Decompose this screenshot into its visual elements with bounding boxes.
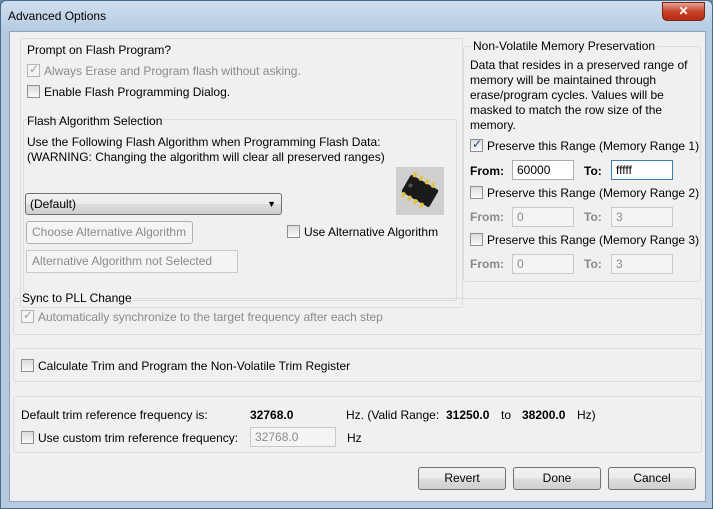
chip-icon — [396, 167, 444, 215]
enable-dialog-checkbox[interactable] — [27, 85, 40, 98]
checkmark-icon: ✓ — [29, 62, 40, 76]
range-3-to-label: To: — [584, 257, 602, 271]
auto-sync-checkbox[interactable]: ✓ — [21, 308, 34, 323]
auto-sync-label: Automatically synchronize to the target … — [38, 310, 383, 324]
prompt-heading: Prompt on Flash Program? — [27, 43, 172, 57]
enable-dialog-label: Enable Flash Programming Dialog. — [44, 85, 231, 99]
range-2-to-input[interactable]: 3 — [611, 207, 673, 227]
preserve-range-3-checkbox[interactable] — [470, 233, 483, 246]
range-2-to-label: To: — [584, 210, 602, 224]
choose-algorithm-button[interactable]: Choose Alternative Algorithm — [26, 221, 193, 244]
range-1-from-input[interactable]: 60000 — [512, 160, 574, 180]
algorithm-status-text: Alternative Algorithm not Selected — [32, 254, 213, 268]
algorithm-heading: Flash Algorithm Selection — [27, 114, 163, 128]
algorithm-status-box: Alternative Algorithm not Selected — [26, 250, 238, 273]
range-1-to-label: To: — [584, 164, 602, 178]
calc-trim-label: Calculate Trim and Program the Non-Volat… — [38, 359, 351, 373]
range-2-from-label: From: — [470, 210, 504, 224]
range-1-to-input[interactable]: fffff — [611, 160, 673, 180]
choose-algorithm-label: Choose Alternative Algorithm — [32, 225, 187, 239]
hz-valid-range-label: Hz. (Valid Range: — [346, 408, 440, 422]
calc-trim-checkbox[interactable] — [21, 359, 34, 372]
cancel-button[interactable]: Cancel — [608, 467, 696, 490]
use-alt-algorithm-label: Use Alternative Algorithm — [304, 225, 439, 239]
default-trim-value: 32768.0 — [250, 408, 294, 422]
default-trim-label: Default trim reference frequency is: — [21, 408, 208, 422]
dialog-body: Prompt on Flash Program? ✓ Always Erase … — [9, 31, 706, 502]
preserve-range-2-checkbox[interactable] — [470, 186, 483, 199]
custom-trim-unit: Hz — [347, 431, 362, 445]
checkmark-icon: ✓ — [23, 308, 34, 322]
custom-trim-checkbox[interactable] — [21, 431, 34, 444]
always-erase-label: Always Erase and Program flash without a… — [44, 64, 301, 78]
preserve-range-1-label: Preserve this Range (Memory Range 1) — [487, 139, 700, 153]
range-hz-close: Hz) — [577, 408, 596, 422]
window-title: Advanced Options — [8, 9, 107, 23]
preserve-range-1-checkbox[interactable]: ✓ — [470, 137, 483, 152]
title-bar[interactable]: Advanced Options ✕ — [1, 1, 712, 31]
checkmark-icon: ✓ — [472, 137, 483, 151]
use-alt-algorithm-checkbox[interactable] — [287, 225, 300, 238]
algorithm-warning: (WARNING: Changing the algorithm will cl… — [27, 150, 385, 164]
preserve-range-3-label: Preserve this Range (Memory Range 3) — [487, 233, 700, 247]
custom-trim-input[interactable]: 32768.0 — [250, 427, 336, 447]
range-2-from-input[interactable]: 0 — [512, 207, 574, 227]
range-min-value: 31250.0 — [446, 408, 490, 422]
range-3-from-input[interactable]: 0 — [512, 254, 574, 274]
range-max-value: 38200.0 — [522, 408, 566, 422]
done-button[interactable]: Done — [513, 467, 601, 490]
algorithm-select-value: (Default) — [30, 197, 77, 211]
revert-button[interactable]: Revert — [418, 467, 506, 490]
range-3-from-label: From: — [470, 257, 504, 271]
custom-trim-label: Use custom trim reference frequency: — [38, 431, 239, 445]
chevron-down-icon: ▼ — [267, 199, 276, 209]
close-icon: ✕ — [678, 4, 689, 18]
nvm-heading: Non-Volatile Memory Preservation — [471, 39, 658, 53]
close-button[interactable]: ✕ — [662, 2, 705, 21]
algorithm-select[interactable]: (Default) ▼ — [25, 193, 282, 215]
range-1-from-label: From: — [470, 164, 504, 178]
range-to-word: to — [501, 408, 512, 422]
range-3-to-input[interactable]: 3 — [611, 254, 673, 274]
always-erase-checkbox[interactable]: ✓ — [27, 62, 40, 77]
advanced-options-window: Advanced Options ✕ Prompt on Flash Progr… — [0, 0, 713, 509]
pll-heading: Sync to PLL Change — [21, 291, 133, 305]
algorithm-description: Use the Following Flash Algorithm when P… — [27, 135, 381, 149]
preserve-range-2-label: Preserve this Range (Memory Range 2) — [487, 186, 700, 200]
nvm-description: Data that resides in a preserved range o… — [470, 58, 688, 132]
